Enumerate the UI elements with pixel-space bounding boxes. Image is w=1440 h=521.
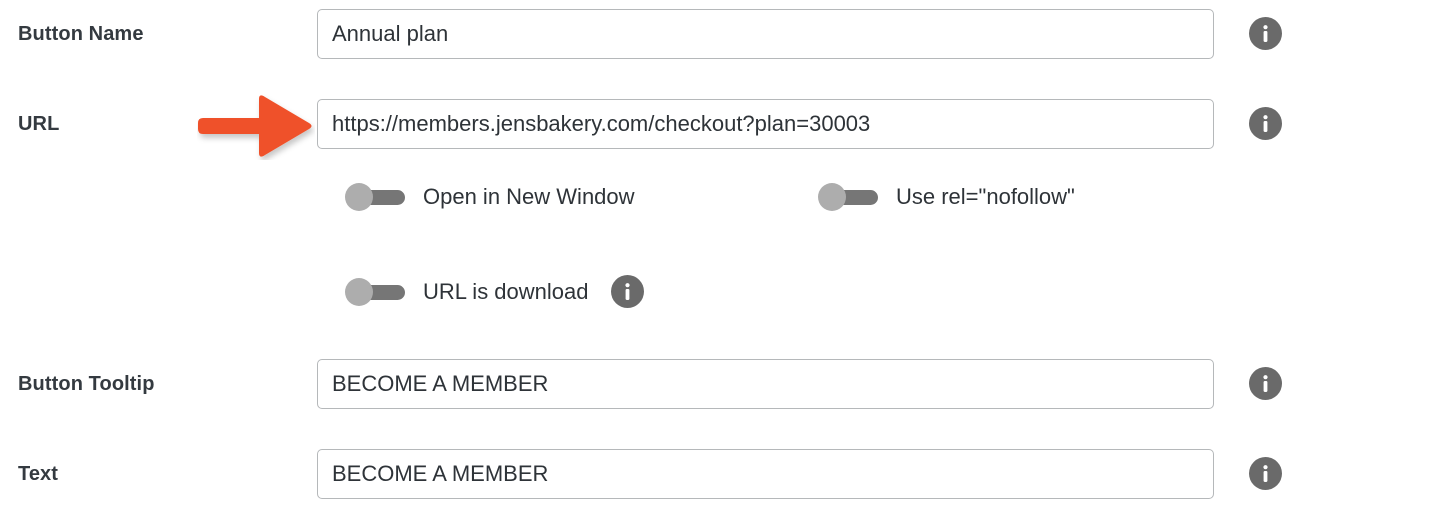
toggle-use-nofollow[interactable]: Use rel="nofollow" — [818, 183, 1075, 211]
toggle-open-new-window[interactable]: Open in New Window — [345, 183, 635, 211]
button-name-input[interactable] — [317, 9, 1214, 59]
toggle-label-use-nofollow: Use rel="nofollow" — [896, 184, 1075, 209]
info-icon-url[interactable] — [1249, 107, 1282, 140]
info-icon-button-name[interactable] — [1249, 17, 1282, 50]
info-icon-text[interactable] — [1249, 457, 1282, 490]
toggle-switch-use-nofollow[interactable] — [818, 183, 878, 211]
form-row-button-name: Button Name — [0, 6, 1440, 62]
toggle-knob — [345, 277, 373, 306]
info-icon-button-tooltip[interactable] — [1249, 367, 1282, 400]
label-button-name: Button Name — [18, 22, 144, 45]
label-text: Text — [18, 462, 59, 485]
form-row-text: Text — [0, 446, 1440, 502]
text-input[interactable] — [317, 449, 1214, 499]
toggle-knob — [345, 183, 373, 211]
toggle-label-open-new-window: Open in New Window — [423, 184, 635, 209]
label-url: URL — [18, 112, 60, 135]
button-settings-form: Button Name URL Open in New Window — [0, 0, 1440, 521]
toggle-label-url-is-download: URL is download — [423, 278, 589, 304]
info-icon-url-is-download[interactable] — [610, 275, 644, 308]
url-input[interactable] — [317, 99, 1214, 149]
toggle-switch-open-new-window[interactable] — [345, 183, 405, 211]
label-button-tooltip: Button Tooltip — [18, 372, 155, 395]
form-row-button-tooltip: Button Tooltip — [0, 356, 1440, 412]
toggle-url-is-download[interactable]: URL is download — [345, 275, 644, 308]
toggle-switch-url-is-download[interactable] — [345, 277, 405, 306]
form-row-url: URL — [0, 96, 1440, 152]
toggle-knob — [818, 183, 846, 211]
button-tooltip-input[interactable] — [317, 359, 1214, 409]
